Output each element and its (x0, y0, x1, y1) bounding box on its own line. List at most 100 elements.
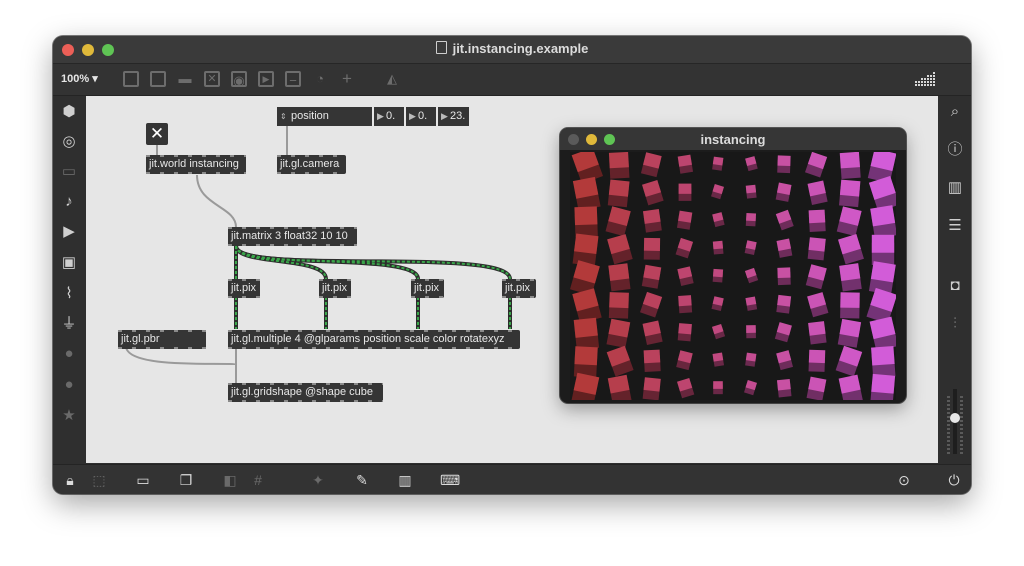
cube-instance (776, 350, 793, 371)
cube-instance (643, 237, 661, 260)
paint-bucket-icon[interactable]: ◭ (384, 71, 400, 87)
button-object-icon[interactable]: ✕ (204, 71, 220, 87)
number-box-y[interactable]: ▶ 0. (406, 107, 436, 126)
cube-instance (777, 267, 791, 286)
cube-instance (869, 316, 896, 352)
cube-instance (746, 325, 756, 339)
jit-gl-gridshape-object[interactable]: jit.gl.gridshape @shape cube (228, 383, 383, 402)
cube-instance (678, 295, 693, 314)
search-icon[interactable]: ⌕ (947, 104, 963, 120)
patcher-window: jit.instancing.example 100% ▾ ▬ ✕ ◉ ▶ − … (53, 36, 971, 494)
info-icon[interactable]: ⓘ (947, 142, 963, 158)
number-box-z[interactable]: ▶ 23. (438, 107, 469, 126)
message-label: position (291, 110, 329, 122)
cube-instance (607, 179, 630, 208)
jit-pix-object-4[interactable]: jit.pix (502, 279, 536, 298)
new-object-icon[interactable] (123, 71, 139, 87)
cube-instance (711, 184, 724, 200)
cube-instance (807, 237, 826, 261)
wrench-icon[interactable]: ✎ (353, 472, 371, 488)
left-sidebar: ⬢ ◎ ▭ ♪ ▶ ▣ ⌇ ⏚ ● ● ★ (53, 96, 85, 464)
cube-instance (806, 376, 827, 400)
jit-gl-pbr-object[interactable]: jit.gl.pbr (118, 330, 206, 349)
comment-icon[interactable]: ▬ (177, 71, 193, 87)
render-viewport[interactable] (570, 152, 896, 400)
cube-instance (745, 156, 758, 172)
zoom-menu[interactable]: 100% ▾ (61, 72, 98, 85)
dial-object-icon[interactable]: ◔ (312, 71, 328, 87)
cube-instance (642, 377, 661, 400)
piano-icon[interactable]: ▥ (396, 472, 414, 488)
toggle-object-icon[interactable]: ◉ (231, 71, 247, 88)
cube-instance (745, 296, 758, 311)
list-icon[interactable]: ☰ (947, 218, 963, 234)
cube-instance (744, 380, 757, 396)
cube-instance (835, 345, 863, 377)
cube-instance (870, 205, 896, 239)
number-box-x[interactable]: ▶ 0. (374, 107, 404, 126)
jit-pix-object-1[interactable]: jit.pix (228, 279, 260, 298)
package-icon[interactable]: ⬢ (61, 104, 77, 120)
cube-instance (677, 266, 694, 287)
play-object-icon[interactable]: ▶ (258, 71, 274, 87)
target-icon[interactable]: ◎ (61, 134, 77, 150)
mixer-icon[interactable]: ⫶ (947, 316, 963, 332)
cube-instance (642, 180, 664, 206)
render-window-title-bar: instancing (560, 128, 906, 150)
beap-icon[interactable]: ● (61, 346, 77, 362)
cube-instance (775, 182, 792, 202)
jit-gl-multiple-object[interactable]: jit.gl.multiple 4 @glparams position sca… (228, 330, 520, 349)
cube-instance (605, 206, 631, 237)
book-icon[interactable]: ▥ (947, 180, 963, 196)
cube-instance (711, 296, 724, 312)
grid-icon[interactable]: # (249, 472, 267, 488)
media-icon[interactable]: ▭ (61, 164, 77, 180)
mute-icon[interactable]: ◧ (221, 472, 239, 488)
grid-view-icon[interactable] (915, 71, 935, 87)
bottom-toolbar: 🔒︎ ⬚ ▭ ❐ ◧ # ✦ ✎ ▥ ⌨ ⊙ ⏻ (53, 464, 971, 494)
jit-pix-object-3[interactable]: jit.pix (411, 279, 444, 298)
cube-instance (745, 352, 757, 367)
cube-instance (776, 238, 793, 258)
presentation-icon[interactable]: ▭ (134, 472, 152, 488)
cube-instance (675, 237, 694, 259)
volume-slider-knob[interactable] (950, 413, 960, 423)
cube-instance (607, 234, 633, 265)
power-icon[interactable]: ⏻ (945, 472, 963, 488)
cube-instance (606, 345, 634, 377)
cube-instance (572, 233, 599, 267)
render-window[interactable]: instancing (560, 128, 906, 403)
cube-instance (640, 152, 662, 178)
jit-world-object[interactable]: jit.world instancing (146, 155, 246, 174)
music-note-icon[interactable]: ♪ (61, 194, 77, 210)
position-message[interactable]: ⇕ position (277, 107, 372, 126)
lock-icon[interactable]: 🔒︎ (61, 472, 79, 488)
paperclip-icon[interactable]: ⌇ (61, 286, 77, 302)
cube-instance (805, 152, 828, 178)
slider-object-icon[interactable]: − (285, 71, 301, 88)
cube-instance (839, 263, 862, 292)
plug-icon[interactable]: ⏚ (61, 316, 77, 332)
add-object-icon[interactable]: + (339, 70, 355, 87)
keyboard-icon[interactable]: ⌨ (440, 472, 460, 488)
cube-instance (642, 320, 663, 345)
render-window-title: instancing (700, 132, 766, 147)
cube-instance (712, 268, 724, 283)
window-icon[interactable]: ❐ (177, 472, 195, 488)
jit-gl-camera-object[interactable]: jit.gl.camera (277, 155, 346, 174)
snapshot-icon[interactable]: ◘ (947, 278, 963, 294)
cube-instance (808, 209, 826, 233)
bach-icon[interactable]: ● (61, 377, 77, 393)
jit-pix-object-2[interactable]: jit.pix (319, 279, 351, 298)
toggle-object[interactable]: ✕ (146, 123, 168, 145)
play-icon[interactable]: ⊙ (895, 472, 913, 488)
level-meter-right (960, 396, 963, 456)
cube-instance (807, 292, 829, 318)
image-icon[interactable]: ▣ (61, 255, 77, 271)
new-message-icon[interactable] (150, 71, 166, 87)
video-icon[interactable]: ▶ (61, 224, 77, 240)
present-icon[interactable]: ⬚ (90, 472, 108, 488)
debug-icon[interactable]: ✦ (309, 472, 327, 488)
jit-matrix-object[interactable]: jit.matrix 3 float32 10 10 (228, 227, 357, 246)
star-icon[interactable]: ★ (61, 408, 77, 424)
